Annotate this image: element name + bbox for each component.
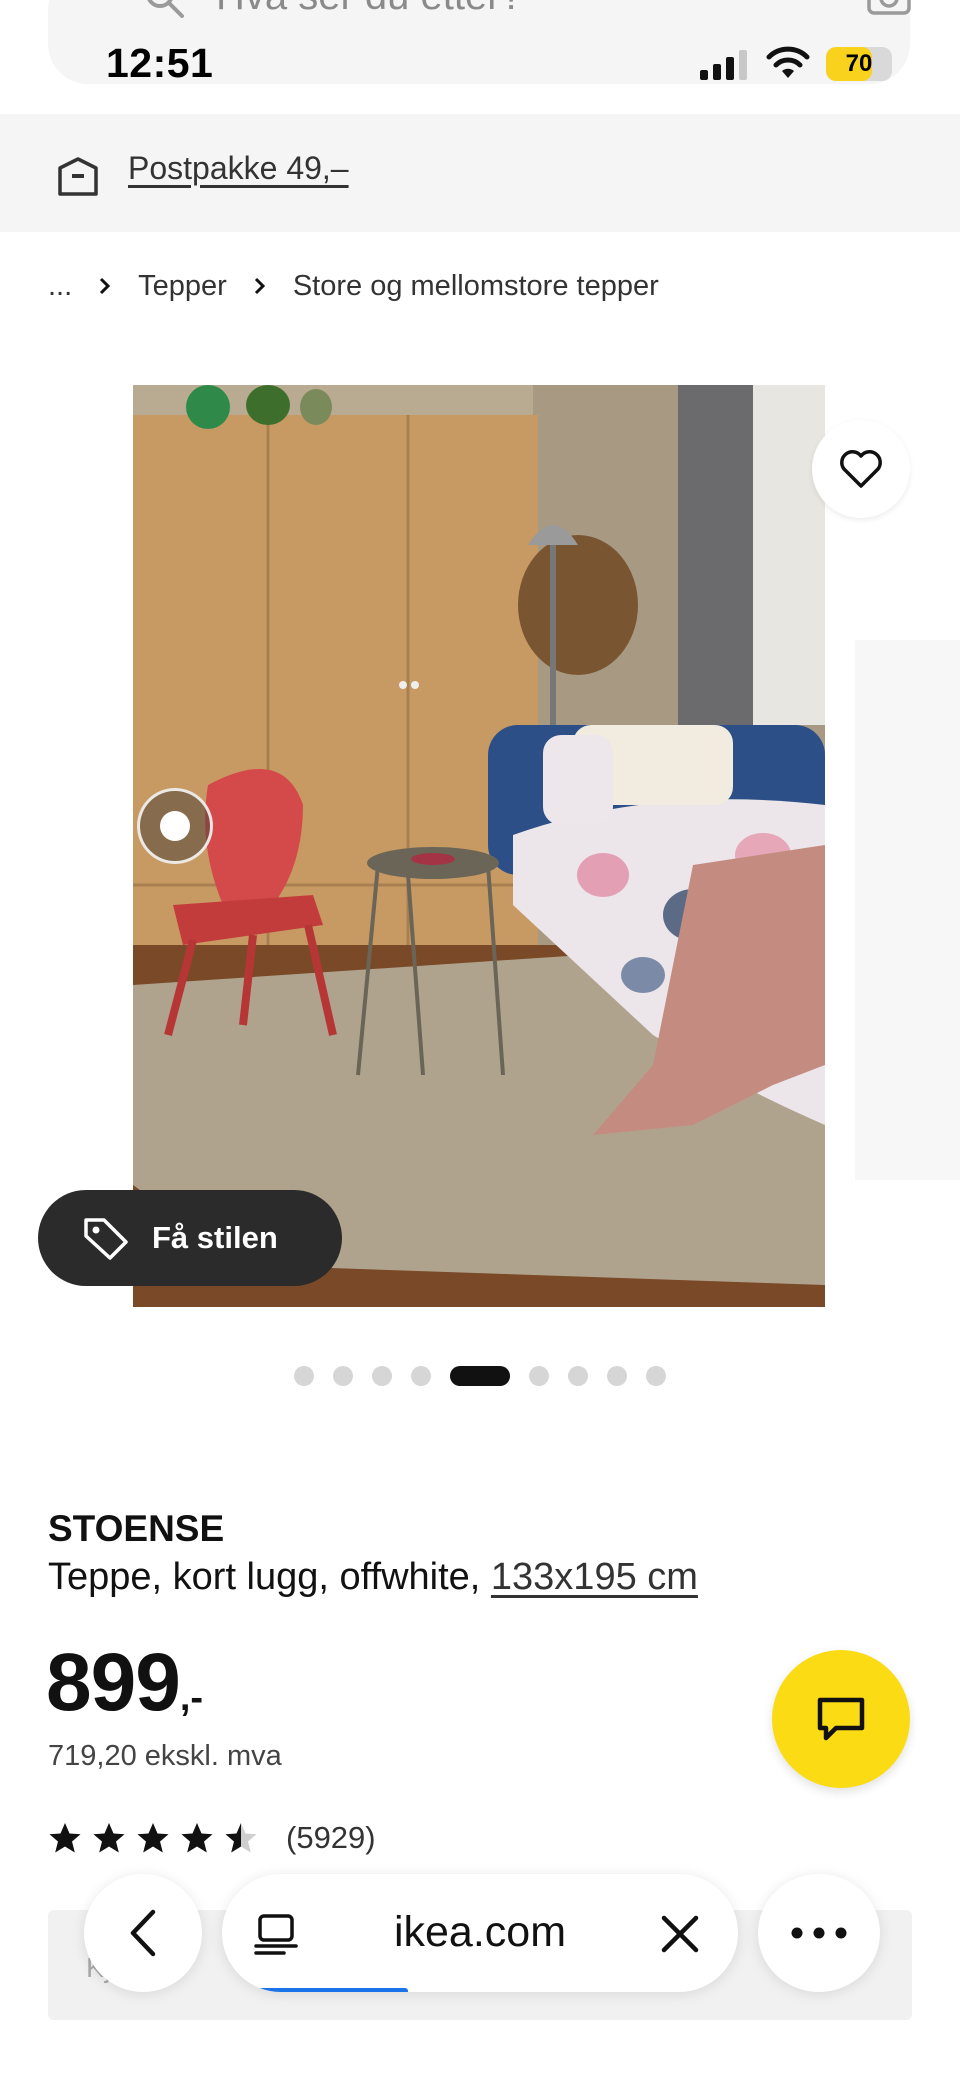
cellular-signal-icon <box>700 50 747 80</box>
get-the-look-label: Få stilen <box>152 1220 278 1255</box>
carousel-dot[interactable] <box>646 1366 666 1386</box>
parcel-icon <box>58 157 98 196</box>
star-full-icon <box>49 1823 81 1853</box>
price: 899,- <box>46 1636 203 1730</box>
image-carousel-dots <box>0 1364 960 1388</box>
product-description: Teppe, kort lugg, offwhite, 133x195 cm <box>48 1556 698 1599</box>
star-full-icon <box>137 1823 169 1853</box>
battery-level: 70 <box>845 50 873 77</box>
chat-button[interactable] <box>772 1650 910 1788</box>
product-rating[interactable]: (5929) <box>48 1820 376 1856</box>
page-load-progress <box>242 1988 408 1992</box>
size-link[interactable]: 133x195 cm <box>491 1556 698 1598</box>
product-name: STOENSE <box>48 1508 225 1549</box>
carousel-dot[interactable] <box>607 1366 627 1386</box>
rating-stars <box>48 1821 268 1855</box>
favorite-button[interactable] <box>812 420 910 518</box>
chevron-right-icon <box>254 277 265 295</box>
hotspot-dot <box>160 811 190 841</box>
star-full-icon <box>93 1823 125 1853</box>
get-the-look-button[interactable]: Få stilen <box>38 1190 342 1286</box>
breadcrumb-ellipsis[interactable]: ... <box>48 270 72 303</box>
price-amount: 899 <box>46 1637 181 1728</box>
carousel-dot[interactable] <box>333 1366 353 1386</box>
camera-icon[interactable] <box>866 0 912 16</box>
search-input[interactable]: Hva ser du etter? <box>216 0 523 19</box>
ellipsis-icon <box>791 1927 847 1939</box>
product-image[interactable] <box>133 385 825 1307</box>
carousel-dot[interactable] <box>294 1366 314 1386</box>
back-button[interactable] <box>84 1874 202 1992</box>
close-icon[interactable] <box>660 1914 700 1954</box>
breadcrumb-item-store-og-mellomstore-tepper[interactable]: Store og mellomstore tepper <box>293 270 659 303</box>
price-suffix: ,- <box>179 1677 204 1719</box>
carousel-dot[interactable] <box>411 1366 431 1386</box>
shipping-link[interactable]: Postpakke 49,– <box>128 150 349 187</box>
price-excluding-vat: 719,20 ekskl. mva <box>48 1740 282 1772</box>
product-hotspot[interactable] <box>137 788 213 864</box>
breadcrumb: ... Tepper Store og mellomstore tepper <box>48 266 659 306</box>
chevron-left-icon <box>130 1909 156 1957</box>
shipping-banner: Postpakke 49,– <box>0 114 960 232</box>
star-full-icon <box>181 1823 213 1853</box>
chevron-right-icon <box>100 277 111 295</box>
next-image-peek <box>855 640 960 1180</box>
more-options-button[interactable] <box>758 1874 880 1992</box>
room-scene-illustration <box>133 385 825 1307</box>
search-icon <box>147 0 184 18</box>
address-bar[interactable]: ikea.com <box>222 1874 738 1992</box>
carousel-dot[interactable] <box>529 1366 549 1386</box>
star-half-icon <box>225 1823 257 1853</box>
battery-indicator: 70 <box>826 47 892 81</box>
wifi-icon <box>766 46 810 78</box>
carousel-dot[interactable] <box>568 1366 588 1386</box>
browser-toolbar: ikea.com <box>0 1870 960 2000</box>
carousel-dot[interactable] <box>372 1366 392 1386</box>
review-count: (5929) <box>286 1820 376 1855</box>
breadcrumb-item-tepper[interactable]: Tepper <box>138 270 227 303</box>
tag-icon <box>84 1218 128 1260</box>
product-description-text: Teppe, kort lugg, offwhite, <box>48 1556 491 1598</box>
chat-bubble-icon <box>817 1697 865 1741</box>
status-time: 12:51 <box>106 40 214 86</box>
carousel-dot-active[interactable] <box>450 1366 510 1386</box>
heart-icon <box>840 450 882 488</box>
